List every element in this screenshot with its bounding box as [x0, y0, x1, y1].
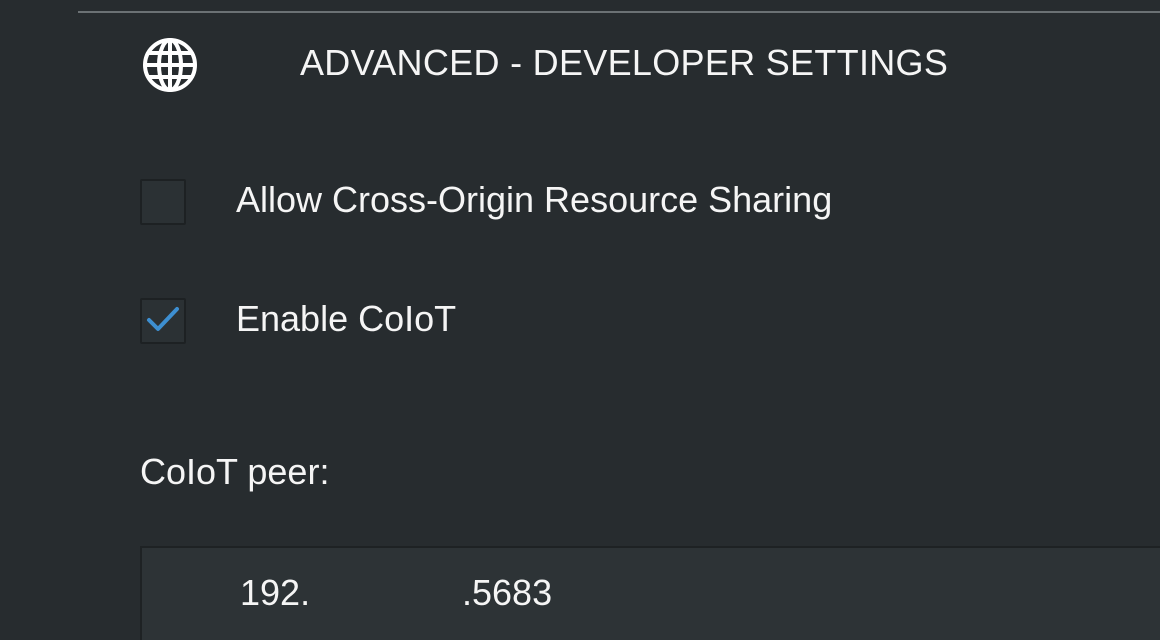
cors-label[interactable]: Allow Cross-Origin Resource Sharing — [236, 179, 832, 221]
coiot-option[interactable]: Enable CoIoT — [140, 298, 456, 344]
checkmark-icon — [145, 304, 181, 339]
globe-icon — [140, 36, 200, 94]
settings-screen: ADVANCED - DEVELOPER SETTINGS Allow Cros… — [0, 0, 1160, 640]
peer-value-part1: 192. — [240, 572, 311, 613]
section-header: ADVANCED - DEVELOPER SETTINGS — [140, 36, 948, 94]
coiot-checkbox[interactable] — [140, 298, 186, 344]
cors-checkbox[interactable] — [140, 179, 186, 225]
coiot-label[interactable]: Enable CoIoT — [236, 298, 456, 340]
coiot-peer-label: CoIoT peer: — [140, 451, 330, 492]
section-title: ADVANCED - DEVELOPER SETTINGS — [300, 42, 949, 83]
cors-option[interactable]: Allow Cross-Origin Resource Sharing — [140, 179, 832, 225]
coiot-peer-input[interactable]: 192. .5683 — [140, 546, 1160, 640]
divider — [78, 11, 1160, 13]
peer-value-part2: .5683 — [462, 572, 553, 613]
